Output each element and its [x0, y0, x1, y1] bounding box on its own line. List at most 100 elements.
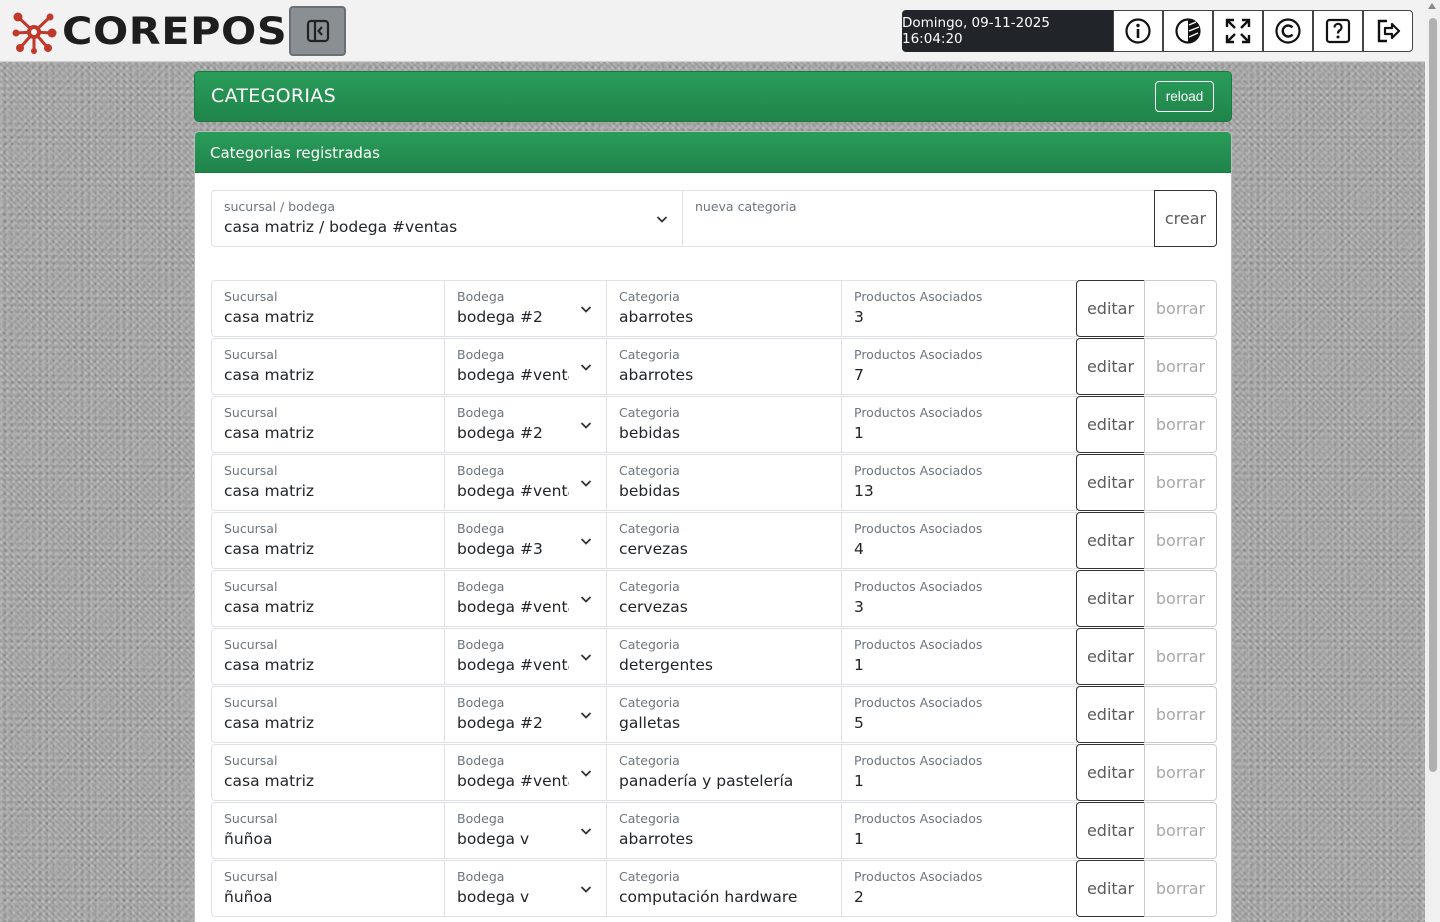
sucursal-field[interactable]: Sucursal casa matriz [211, 686, 445, 743]
categoria-field[interactable]: Categoria abarrotes [606, 802, 842, 859]
sucursal-field[interactable]: Sucursal casa matriz [211, 512, 445, 569]
categoria-value: cervezas [619, 598, 688, 616]
categoria-field[interactable]: Categoria abarrotes [606, 280, 842, 337]
productos-label: Productos Asociados [854, 869, 983, 884]
contrast-icon [1175, 18, 1201, 44]
sucursal-field[interactable]: Sucursal casa matriz [211, 338, 445, 395]
bodega-select[interactable]: Bodega bodega v [444, 860, 607, 917]
borrar-button[interactable]: borrar [1144, 570, 1217, 627]
sucursal-field[interactable]: Sucursal ñuñoa [211, 802, 445, 859]
sucursal-bodega-select[interactable]: sucursal / bodega casa matriz / bodega #… [211, 190, 683, 247]
productos-asociados-field: Productos Asociados 1 [841, 628, 1077, 685]
sidebar-toggle-button[interactable] [289, 6, 346, 56]
bodega-select[interactable]: Bodega bodega #ventas [444, 744, 607, 801]
sucursal-field[interactable]: Sucursal casa matriz [211, 454, 445, 511]
section-title: Categorias registradas [195, 132, 1231, 173]
bodega-label: Bodega [457, 405, 505, 420]
categoria-field[interactable]: Categoria panadería y pastelería [606, 744, 842, 801]
borrar-button[interactable]: borrar [1144, 280, 1217, 337]
categoria-field[interactable]: Categoria cervezas [606, 512, 842, 569]
editar-button[interactable]: editar [1076, 802, 1145, 859]
editar-button[interactable]: editar [1076, 280, 1145, 337]
productos-value: 1 [854, 830, 864, 848]
categoria-value: galletas [619, 714, 681, 732]
info-button[interactable] [1113, 10, 1163, 52]
sucursal-bodega-value: casa matriz / bodega #ventas [224, 218, 458, 236]
editar-button[interactable]: editar [1076, 396, 1145, 453]
sucursal-label: Sucursal [224, 579, 278, 594]
borrar-button[interactable]: borrar [1144, 454, 1217, 511]
editar-button[interactable]: editar [1076, 338, 1145, 395]
borrar-button[interactable]: borrar [1144, 628, 1217, 685]
productos-asociados-field: Productos Asociados 3 [841, 570, 1077, 627]
page-header-card: CATEGORIAS reload [194, 71, 1232, 122]
editar-button[interactable]: editar [1076, 454, 1145, 511]
editar-button[interactable]: editar [1076, 570, 1145, 627]
chevron-down-icon [580, 770, 592, 777]
bodega-select[interactable]: Bodega bodega #ventas [444, 628, 607, 685]
chevron-down-icon [580, 538, 592, 545]
borrar-button[interactable]: borrar [1144, 860, 1217, 917]
editar-button[interactable]: editar [1076, 628, 1145, 685]
editar-button[interactable]: editar [1076, 860, 1145, 917]
categoria-label: Categoria [619, 753, 680, 768]
bodega-select[interactable]: Bodega bodega #ventas [444, 338, 607, 395]
borrar-button[interactable]: borrar [1144, 744, 1217, 801]
bodega-select[interactable]: Bodega bodega #2 [444, 280, 607, 337]
categoria-label: Categoria [619, 347, 680, 362]
fullscreen-button[interactable] [1213, 10, 1263, 52]
categoria-field[interactable]: Categoria bebidas [606, 454, 842, 511]
bodega-select[interactable]: Bodega bodega v [444, 802, 607, 859]
bodega-select[interactable]: Bodega bodega #2 [444, 686, 607, 743]
sucursal-field[interactable]: Sucursal casa matriz [211, 396, 445, 453]
categoria-label: Categoria [619, 405, 680, 420]
sucursal-value: casa matriz [224, 424, 315, 442]
editar-button[interactable]: editar [1076, 512, 1145, 569]
theme-toggle-button[interactable] [1163, 10, 1213, 52]
sucursal-field[interactable]: Sucursal casa matriz [211, 628, 445, 685]
borrar-button[interactable]: borrar [1144, 396, 1217, 453]
editar-button[interactable]: editar [1076, 686, 1145, 743]
categoria-field[interactable]: Categoria abarrotes [606, 338, 842, 395]
bodega-select[interactable]: Bodega bodega #ventas [444, 454, 607, 511]
categoria-value: bebidas [619, 482, 680, 500]
categoria-label: Categoria [619, 289, 680, 304]
bodega-select[interactable]: Bodega bodega #2 [444, 396, 607, 453]
sucursal-value: casa matriz [224, 366, 315, 384]
sucursal-field[interactable]: Sucursal casa matriz [211, 744, 445, 801]
page-scrollbar[interactable] [1425, 0, 1440, 922]
logout-button[interactable] [1363, 10, 1413, 52]
reload-button[interactable]: reload [1155, 81, 1214, 112]
categoria-field[interactable]: Categoria detergentes [606, 628, 842, 685]
borrar-button[interactable]: borrar [1144, 686, 1217, 743]
categoria-field[interactable]: Categoria bebidas [606, 396, 842, 453]
chevron-down-icon [580, 654, 592, 661]
borrar-button[interactable]: borrar [1144, 802, 1217, 859]
nueva-categoria-input[interactable]: nueva categoria [682, 190, 1155, 247]
productos-value: 7 [854, 366, 864, 384]
productos-value: 1 [854, 424, 864, 442]
editar-button[interactable]: editar [1076, 744, 1145, 801]
crear-button[interactable]: crear [1154, 190, 1217, 247]
categoria-field[interactable]: Categoria cervezas [606, 570, 842, 627]
help-button[interactable] [1313, 10, 1363, 52]
productos-asociados-field: Productos Asociados 1 [841, 744, 1077, 801]
sucursal-field[interactable]: Sucursal casa matriz [211, 280, 445, 337]
bodega-label: Bodega [457, 753, 505, 768]
scroll-thumb[interactable] [1429, 18, 1437, 772]
categoria-field[interactable]: Categoria galletas [606, 686, 842, 743]
chevron-down-icon [580, 422, 592, 429]
bodega-select[interactable]: Bodega bodega #ventas [444, 570, 607, 627]
categoria-label: Categoria [619, 811, 680, 826]
productos-value: 1 [854, 656, 864, 674]
sucursal-label: Sucursal [224, 289, 278, 304]
sucursal-field[interactable]: Sucursal casa matriz [211, 570, 445, 627]
sucursal-field[interactable]: Sucursal ñuñoa [211, 860, 445, 917]
bodega-select[interactable]: Bodega bodega #3 [444, 512, 607, 569]
bodega-label: Bodega [457, 347, 505, 362]
scroll-up-arrow[interactable] [1428, 3, 1436, 9]
borrar-button[interactable]: borrar [1144, 338, 1217, 395]
categoria-field[interactable]: Categoria computación hardware [606, 860, 842, 917]
copyright-button[interactable] [1263, 10, 1313, 52]
borrar-button[interactable]: borrar [1144, 512, 1217, 569]
